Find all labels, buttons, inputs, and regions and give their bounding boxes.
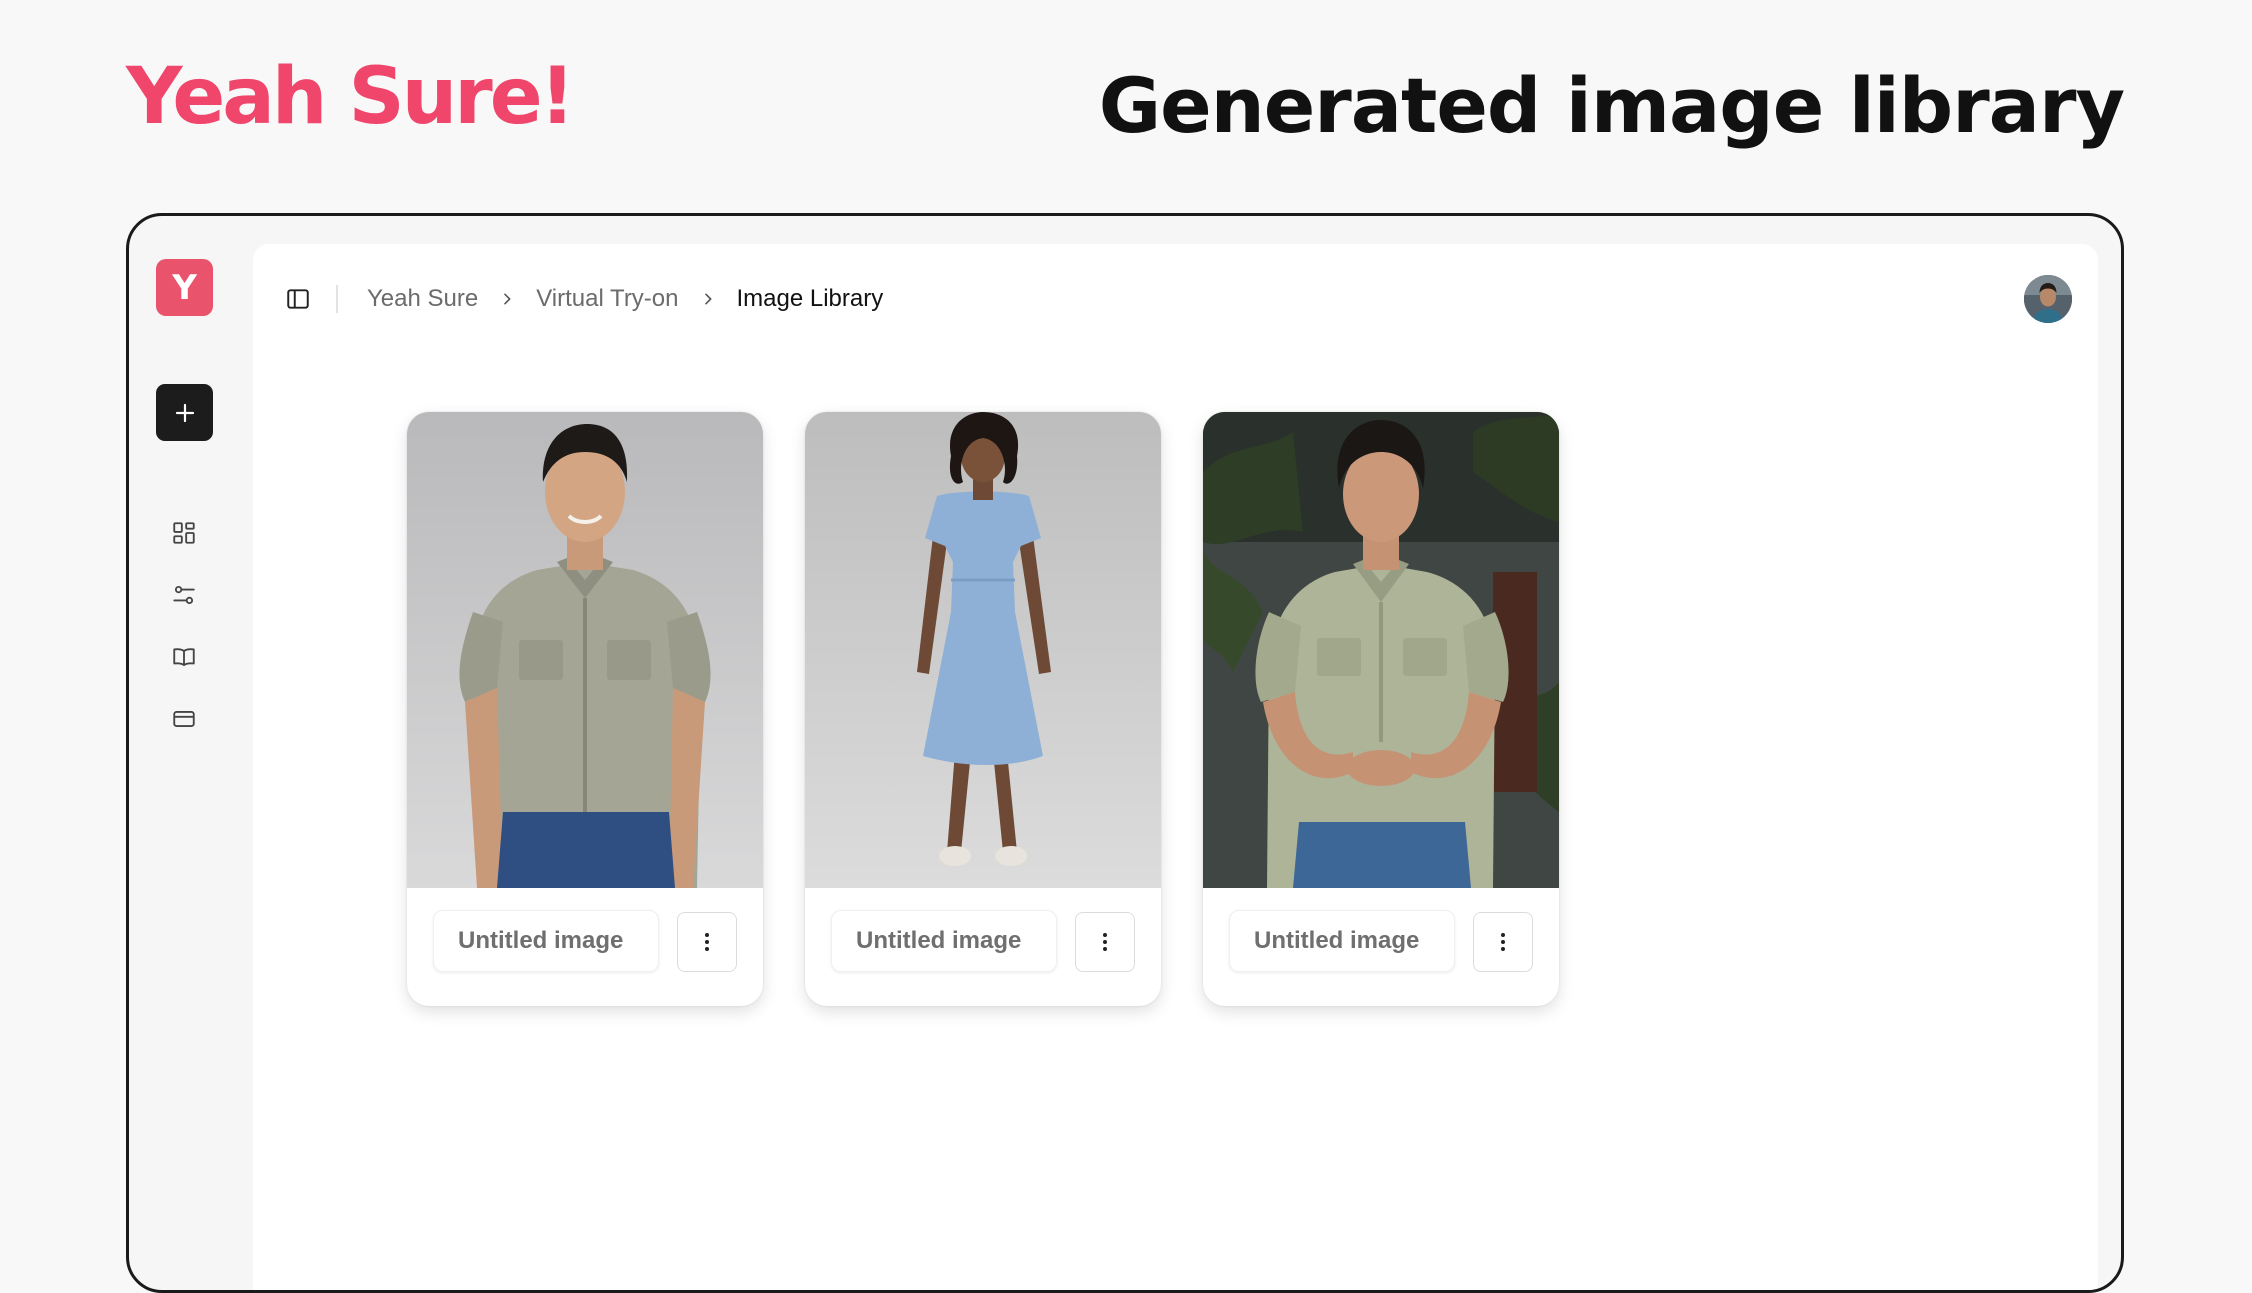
sidebar-panel-icon [287, 289, 309, 309]
topbar: Yeah Sure Virtual Try-on Image Library [253, 244, 2098, 352]
credit-card-icon [173, 711, 195, 727]
image-title-field[interactable]: Untitled image [831, 910, 1057, 972]
new-button[interactable] [156, 384, 213, 441]
generated-image[interactable] [805, 412, 1161, 888]
plus-icon [175, 403, 194, 422]
logo-letter: Y [172, 267, 197, 308]
chevron-right-icon [478, 282, 536, 316]
rail-dashboard-button[interactable] [167, 516, 201, 550]
image-card: Untitled image [805, 412, 1161, 1006]
chevron-right-icon [679, 282, 737, 316]
main-panel: Yeah Sure Virtual Try-on Image Library U… [253, 244, 2098, 1290]
grid-icon [173, 522, 195, 544]
generated-image[interactable] [407, 412, 763, 888]
rail-library-button[interactable] [167, 640, 201, 674]
image-card: Untitled image [1203, 412, 1559, 1006]
image-card: Untitled image [407, 412, 763, 1006]
more-vertical-icon [1103, 933, 1107, 951]
sidebar-toggle-button[interactable] [283, 284, 313, 314]
app-window: Y Yeah Sure Virtual Try-on Image Library… [126, 213, 2124, 1293]
breadcrumb-item-virtual-try-on[interactable]: Virtual Try-on [536, 285, 678, 313]
more-vertical-icon [1501, 933, 1505, 951]
left-rail: Y [129, 216, 253, 1290]
breadcrumb-item-current: Image Library [736, 285, 884, 312]
breadcrumb-item-home[interactable]: Yeah Sure [367, 285, 478, 313]
generated-image[interactable] [1203, 412, 1559, 888]
image-title-field[interactable]: Untitled image [433, 910, 659, 972]
user-avatar[interactable] [2024, 275, 2072, 323]
brand-wordmark: Yeah Sure! [126, 52, 575, 142]
page-heading: Generated image library [1098, 61, 2125, 150]
rail-settings-button[interactable] [167, 578, 201, 612]
image-title-field[interactable]: Untitled image [1229, 910, 1455, 972]
topbar-divider [336, 285, 338, 313]
book-icon [173, 648, 195, 667]
card-menu-button[interactable] [1473, 912, 1533, 972]
card-menu-button[interactable] [1075, 912, 1135, 972]
breadcrumb: Yeah Sure Virtual Try-on Image Library [367, 282, 883, 316]
more-vertical-icon [705, 933, 709, 951]
sliders-icon [173, 585, 195, 605]
app-logo[interactable]: Y [156, 259, 213, 316]
rail-billing-button[interactable] [167, 702, 201, 736]
card-menu-button[interactable] [677, 912, 737, 972]
